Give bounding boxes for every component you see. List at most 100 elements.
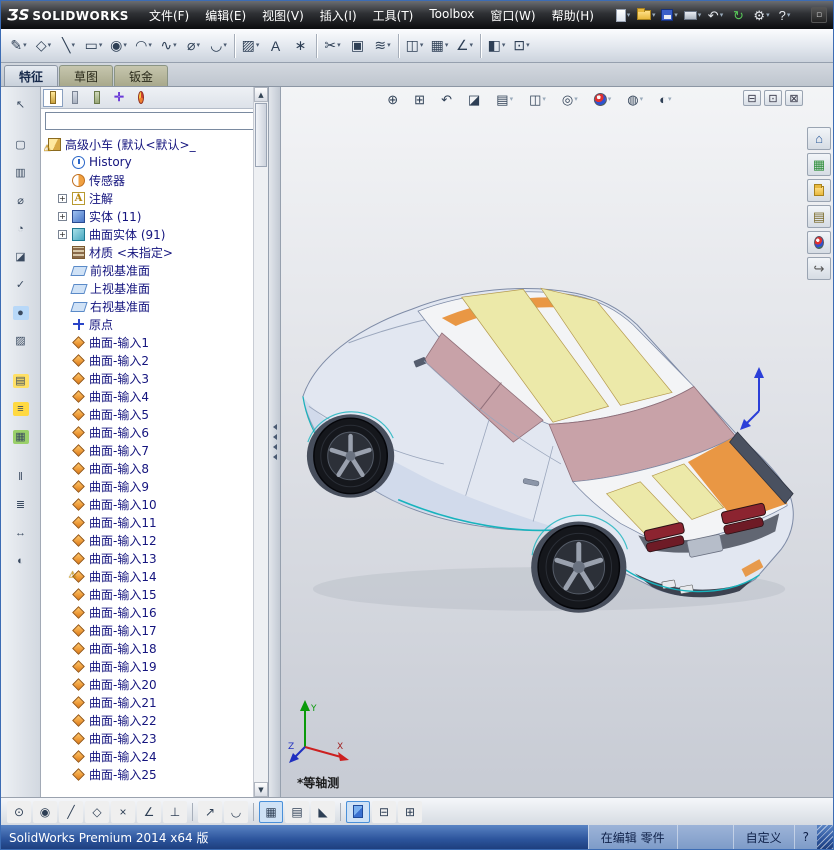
menu-edit[interactable]: 编辑(E) <box>197 2 254 29</box>
propertymanager-tab[interactable] <box>65 89 85 107</box>
instant3d-button[interactable]: ⊡ ▾ <box>509 32 534 60</box>
snap-grid-button[interactable]: ◣ <box>311 800 335 823</box>
view-settings-button[interactable]: ◐ ▾ <box>652 89 678 110</box>
tree-item-曲面-输入4[interactable]: 曲面-输入4 <box>44 387 251 405</box>
apply-scene-button[interactable]: ◍ ▾ <box>620 89 650 110</box>
help-button[interactable]: ? ▾ <box>774 5 796 25</box>
snap-points-button[interactable]: ⊙ <box>7 800 31 823</box>
menu-file[interactable]: 文件(F) <box>141 2 197 29</box>
align-button[interactable]: ‖ <box>6 464 36 489</box>
rebuild-button[interactable]: ↻ <box>728 5 750 25</box>
scrollbar-thumb[interactable] <box>255 103 267 167</box>
tree-item-曲面-输入17[interactable]: 曲面-输入17 <box>44 621 251 639</box>
tree-item-History[interactable]: History <box>44 153 251 171</box>
sketch-text-button[interactable]: A <box>263 32 288 60</box>
print-document-button[interactable]: ▾ <box>682 5 704 25</box>
check-entity-button[interactable]: ✓ <box>6 272 36 297</box>
tree-item-曲面-输入7[interactable]: 曲面-输入7 <box>44 441 251 459</box>
tree-filter-input[interactable] <box>45 112 264 130</box>
distribute-button[interactable]: ≣ <box>6 492 36 517</box>
convert-entities-button[interactable]: ▣ <box>345 32 370 60</box>
tree-item-曲面实体 (91)[interactable]: + 曲面实体 (91) <box>44 225 251 243</box>
sketch-fillet-button[interactable]: ◡ ▾ <box>206 32 231 60</box>
menu-toolbox[interactable]: Toolbox <box>421 2 482 29</box>
file-explorer-tab[interactable] <box>807 179 831 202</box>
tab-sheet-metal[interactable]: 钣金 <box>114 65 169 86</box>
expand-icon[interactable]: + <box>58 193 67 203</box>
appearances-scenes-tab[interactable] <box>807 231 831 254</box>
configurationmanager-tab[interactable] <box>87 89 107 107</box>
offset-entities-button[interactable]: ≋ ▾ <box>370 32 395 60</box>
line-button[interactable]: ╲ ▾ <box>56 32 81 60</box>
tree-item-曲面-输入1[interactable]: 曲面-输入1 <box>44 333 251 351</box>
snap-line-button[interactable]: ╱ <box>59 800 83 823</box>
sketch-button[interactable]: ✎ ▾ <box>6 32 31 60</box>
show-hide-button[interactable]: ◐ <box>6 548 36 573</box>
minimize-document-button[interactable]: ⊟ <box>743 90 761 106</box>
tree-item-曲面-输入6[interactable]: 曲面-输入6 <box>44 423 251 441</box>
open-document-button[interactable]: ▾ <box>635 5 658 25</box>
save-document-button[interactable]: ▾ <box>659 5 681 25</box>
tree-item-原点[interactable]: 原点 <box>44 315 251 333</box>
texture-button[interactable]: ▨ <box>6 328 36 353</box>
arc-button[interactable]: ◠ ▾ <box>131 32 156 60</box>
appearance-button[interactable]: ● <box>6 300 36 325</box>
ellipse-button[interactable]: ⌀ ▾ <box>181 32 206 60</box>
grid-button[interactable]: ▤ <box>285 800 309 823</box>
resize-grip[interactable] <box>817 825 833 849</box>
graphics-viewport[interactable]: ⊕ ⊞ ↶ ◪ ▤ ▾ ◫ ▾ ◎ ▾ ▾ ◍ ▾ ◐ ▾ ⊟ ⊡ ⊠ ⌂ ▦ ▤ ↪ <box>281 87 833 797</box>
tree-item-曲面-输入19[interactable]: 曲面-输入19 <box>44 657 251 675</box>
reference-plane-button[interactable]: ◧ ▾ <box>484 32 509 60</box>
new-document-button[interactable]: ▾ <box>612 5 634 25</box>
tree-item-曲面-输入22[interactable]: 曲面-输入22 <box>44 711 251 729</box>
custom-properties-tab[interactable]: ↪ <box>807 257 831 280</box>
section-properties-button[interactable]: ◪ <box>6 244 36 269</box>
menubar-overflow-button[interactable]: ▫ <box>811 7 827 23</box>
menu-window[interactable]: 窗口(W) <box>482 2 543 29</box>
layer-properties-button[interactable]: ▤ <box>6 368 36 393</box>
hide-show-items-button[interactable]: ◎ ▾ <box>555 89 585 110</box>
snap-angle-button[interactable]: ∠ <box>137 800 161 823</box>
snap-tangent-button[interactable]: ◡ <box>224 800 248 823</box>
tree-item-上视基准面[interactable]: 上视基准面 <box>44 279 251 297</box>
section-view-button[interactable]: ◪ <box>461 89 487 110</box>
viewport-split-four-button[interactable]: ⊞ <box>398 800 422 823</box>
mass-properties-button[interactable]: ◔ <box>6 216 36 241</box>
tree-item-曲面-输入15[interactable]: 曲面-输入15 <box>44 585 251 603</box>
menu-insert[interactable]: 插入(I) <box>312 2 365 29</box>
tree-item-实体 (11)[interactable]: + 实体 (11) <box>44 207 251 225</box>
tree-item-曲面-输入21[interactable]: 曲面-输入21 <box>44 693 251 711</box>
tree-item-曲面-输入16[interactable]: 曲面-输入16 <box>44 603 251 621</box>
dimxpertmanager-tab[interactable]: ✛ <box>109 89 129 107</box>
quick-snaps-button[interactable]: ↗ <box>198 800 222 823</box>
zoom-fit-button[interactable]: ⊕ <box>380 89 405 110</box>
car-model-3d[interactable] <box>293 283 809 625</box>
snap-center-button[interactable]: ◉ <box>33 800 57 823</box>
previous-view-button[interactable]: ↶ <box>434 89 459 110</box>
edit-appearance-button[interactable]: ▾ <box>587 89 619 110</box>
tree-item-曲面-输入13[interactable]: 曲面-输入13 <box>44 549 251 567</box>
tree-item-曲面-输入8[interactable]: 曲面-输入8 <box>44 459 251 477</box>
spline-button[interactable]: ∿ ▾ <box>156 32 181 60</box>
shaded-with-edges-button[interactable] <box>346 800 370 823</box>
tab-features[interactable]: 特征 <box>4 65 59 86</box>
scrollbar-track[interactable] <box>254 168 268 782</box>
tree-item-传感器[interactable]: 传感器 <box>44 171 251 189</box>
expand-icon[interactable]: + <box>58 229 67 239</box>
tree-item-曲面-输入10[interactable]: 曲面-输入10 <box>44 495 251 513</box>
tree-item-前视基准面[interactable]: 前视基准面 <box>44 261 251 279</box>
undo-button[interactable]: ↶ ▾ <box>705 5 727 25</box>
zoom-area-button[interactable]: ⊞ <box>407 89 432 110</box>
mirror-entities-button[interactable]: ◫ ▾ <box>402 32 427 60</box>
linear-pattern-button[interactable]: ▦ ▾ <box>427 32 452 60</box>
tree-item-曲面-输入18[interactable]: 曲面-输入18 <box>44 639 251 657</box>
rectangle-button[interactable]: ▭ ▾ <box>81 32 106 60</box>
tree-item-曲面-输入3[interactable]: 曲面-输入3 <box>44 369 251 387</box>
circle-button[interactable]: ◉ ▾ <box>106 32 131 60</box>
tree-item-右视基准面[interactable]: 右视基准面 <box>44 297 251 315</box>
tree-item-高级小车 (默认<默认>_[interactable]: ⚠ 高级小车 (默认<默认>_ <box>44 135 251 153</box>
solidworks-resources-tab[interactable]: ⌂ <box>807 127 831 150</box>
snap-midpoint-button[interactable]: ◇ <box>85 800 109 823</box>
tree-item-注解[interactable]: + A 注解 <box>44 189 251 207</box>
menu-view[interactable]: 视图(V) <box>254 2 312 29</box>
